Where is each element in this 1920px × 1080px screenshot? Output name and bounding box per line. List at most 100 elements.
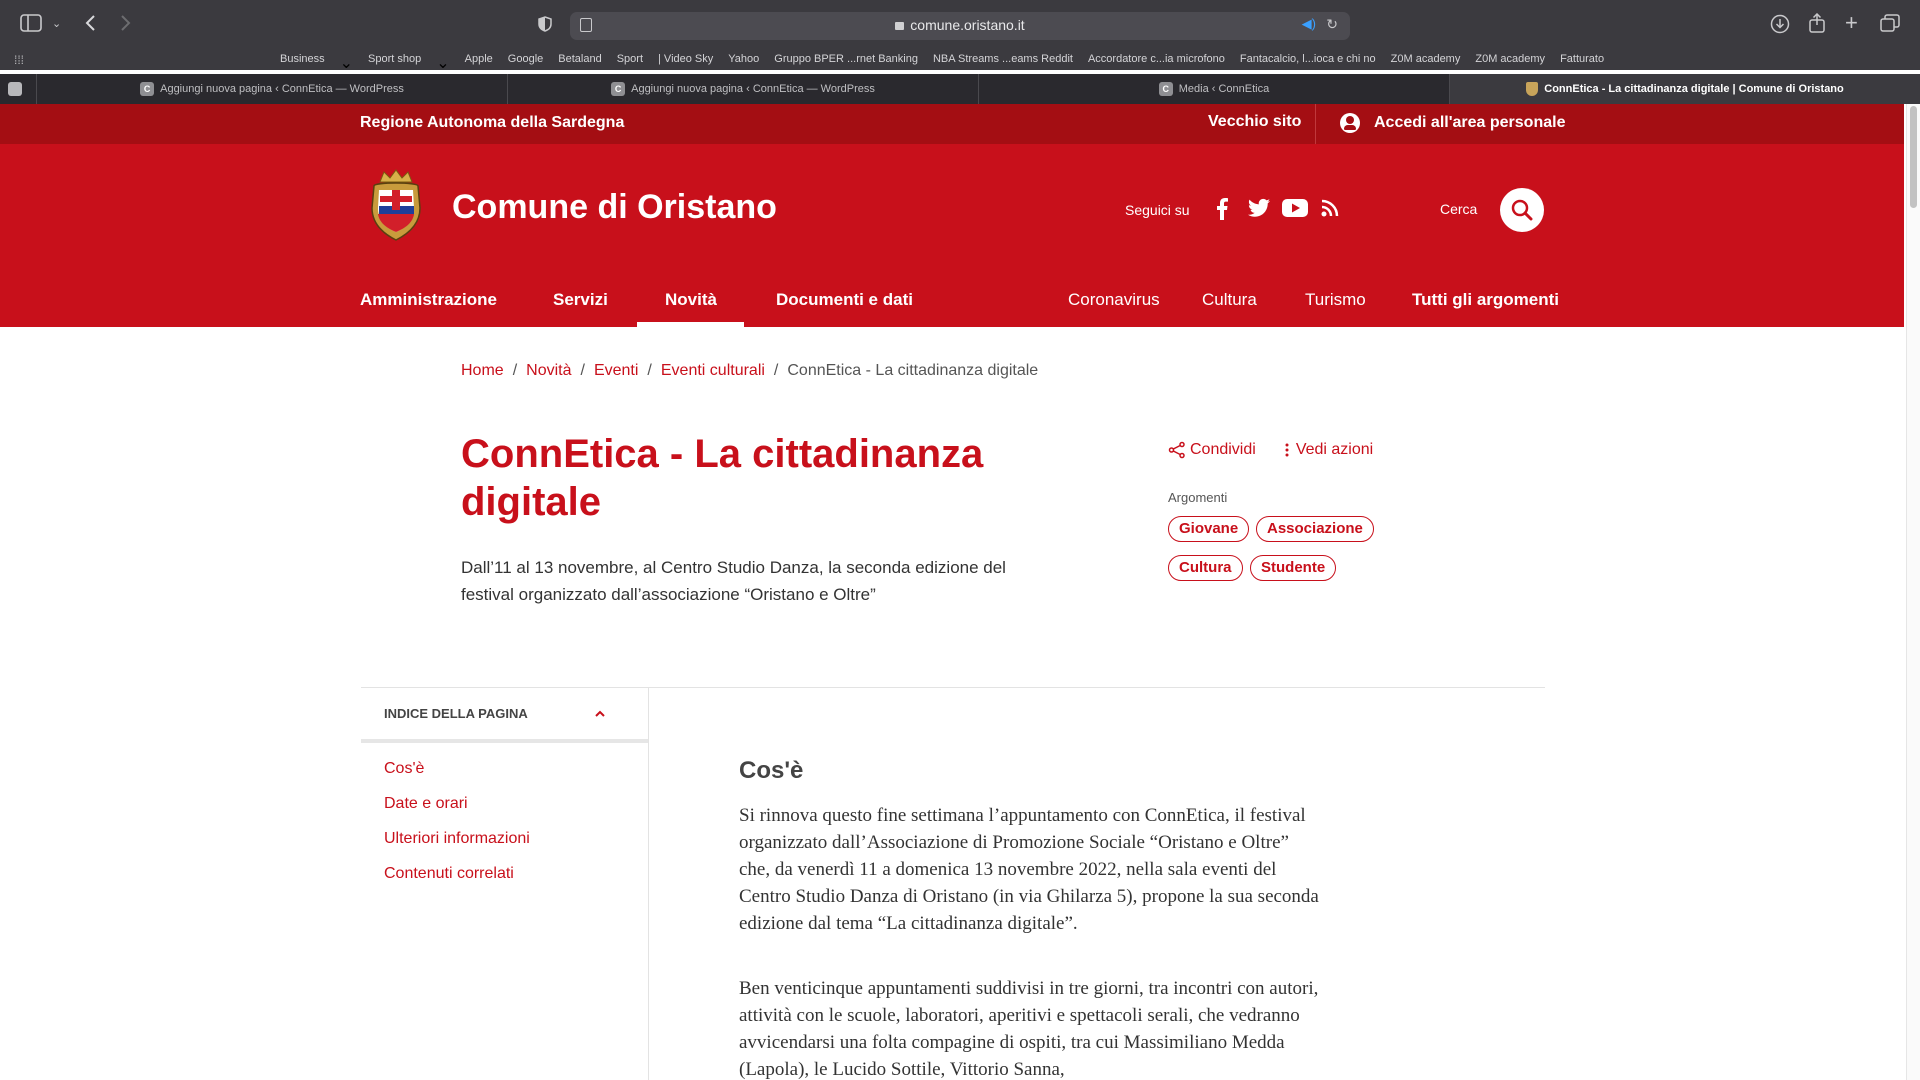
toc-item-cose[interactable]: Cos'è bbox=[384, 760, 424, 778]
share-icon bbox=[1168, 441, 1185, 459]
chevron-down-icon[interactable]: ⌄ bbox=[52, 14, 61, 34]
grid-icon[interactable]: ⁞⁞⁞ bbox=[14, 53, 24, 67]
tab-bar: C Aggiungi nuova pagina ‹ ConnEtica — Wo… bbox=[0, 74, 1920, 104]
share-button[interactable]: Condividi bbox=[1168, 441, 1256, 459]
breadcrumb: Home / Novità / Eventi / Eventi culturali / … bbox=[461, 362, 1039, 380]
toc-title[interactable]: INDICE DELLA PAGINA bbox=[384, 706, 528, 721]
favorite-item[interactable]: Google bbox=[508, 53, 543, 73]
divider bbox=[1315, 104, 1316, 144]
toc-item-ulteriori-informazioni[interactable]: Ulteriori informazioni bbox=[384, 830, 530, 848]
nav-novita[interactable]: Novità bbox=[665, 290, 717, 310]
nav-coronavirus[interactable]: Coronavirus bbox=[1068, 290, 1160, 310]
search-label[interactable]: Cerca bbox=[1440, 201, 1477, 217]
breadcrumb-current: ConnEtica - La cittadinanza digitale bbox=[787, 362, 1039, 379]
tab-3[interactable]: C Media ‹ ConnEtica bbox=[978, 74, 1449, 104]
tab-label: Aggiungi nuova pagina ‹ ConnEtica — Word… bbox=[160, 83, 404, 95]
nav-cultura[interactable]: Cultura bbox=[1202, 290, 1257, 310]
topic-chip-giovane[interactable]: Giovane bbox=[1168, 516, 1250, 542]
chevron-down-icon: ⌄ bbox=[339, 55, 354, 72]
login-link[interactable]: Accedi all'area personale bbox=[1340, 113, 1565, 133]
rss-icon[interactable] bbox=[1321, 198, 1339, 223]
favorite-item[interactable]: Betaland bbox=[558, 53, 601, 73]
favorite-item[interactable]: Sport bbox=[617, 53, 643, 73]
topic-chip-associazione[interactable]: Associazione bbox=[1256, 516, 1374, 542]
nav-amministrazione[interactable]: Amministrazione bbox=[360, 290, 497, 310]
crest-logo-icon[interactable] bbox=[368, 168, 424, 242]
breadcrumb-home[interactable]: Home bbox=[461, 362, 504, 380]
browser-toolbar: ⌄ comune.oristano.it ◀) ↻ + bbox=[0, 0, 1920, 50]
back-icon[interactable] bbox=[84, 14, 96, 36]
favorite-item[interactable]: Fantacalcio, l...ioca e chi no bbox=[1240, 53, 1376, 73]
facebook-icon[interactable] bbox=[1216, 198, 1228, 225]
sidebar-divider bbox=[648, 687, 649, 1080]
paragraph-1: Si rinnova questo fine settimana l’appun… bbox=[739, 805, 1319, 934]
nav-tutti-gli-argomenti[interactable]: Tutti gli argomenti bbox=[1412, 290, 1559, 310]
topics-label: Argomenti bbox=[1168, 490, 1228, 505]
share-label: Condividi bbox=[1190, 441, 1256, 458]
download-icon[interactable] bbox=[1770, 14, 1790, 38]
new-tab-icon[interactable]: + bbox=[1845, 12, 1858, 34]
paragraph-2: Ben venticinque appuntamenti suddivisi i… bbox=[739, 978, 1319, 1080]
sidebar-toggle-icon[interactable] bbox=[20, 14, 42, 36]
scrollbar-thumb[interactable] bbox=[1910, 106, 1917, 208]
breadcrumb-novita[interactable]: Novità bbox=[526, 362, 571, 380]
tab-overview-icon[interactable] bbox=[1880, 14, 1900, 36]
search-icon bbox=[1511, 199, 1533, 221]
speaker-icon[interactable]: ◀) bbox=[1302, 16, 1316, 32]
site-title[interactable]: Comune di Oristano bbox=[452, 188, 777, 227]
section-heading: Cos'è bbox=[739, 757, 804, 784]
favorites-bar: ⁞⁞⁞ Business ⌄ Sport shop ⌄ Apple Google Bet… bbox=[0, 50, 1920, 73]
old-site-link[interactable]: Vecchio sito bbox=[1208, 113, 1301, 131]
tab-4-active[interactable]: ConnEtica - La cittadinanza digitale | C… bbox=[1449, 74, 1920, 104]
favorite-item[interactable]: Yahoo bbox=[728, 53, 759, 73]
share-icon[interactable] bbox=[1808, 12, 1826, 37]
twitter-icon[interactable] bbox=[1248, 198, 1270, 223]
toc-item-date-e-orari[interactable]: Date e orari bbox=[384, 795, 468, 813]
page-scrollbar[interactable] bbox=[1906, 104, 1920, 1080]
chevron-up-icon[interactable] bbox=[594, 707, 606, 722]
topic-chip-cultura[interactable]: Cultura bbox=[1168, 555, 1243, 581]
topic-chip-studente[interactable]: Studente bbox=[1250, 555, 1337, 581]
url-text: comune.oristano.it bbox=[910, 17, 1025, 33]
forward-icon[interactable] bbox=[120, 14, 132, 36]
nav-documenti-e-dati[interactable]: Documenti e dati bbox=[776, 290, 913, 310]
more-vertical-icon bbox=[1285, 443, 1289, 457]
content-divider bbox=[361, 687, 1545, 688]
favorite-item[interactable]: Z0M academy bbox=[1391, 53, 1461, 73]
tab-favicon: C bbox=[611, 82, 626, 96]
breadcrumb-eventi-culturali[interactable]: Eventi culturali bbox=[661, 362, 765, 380]
site-header: Comune di Oristano Seguici su Cerca Ammi… bbox=[0, 144, 1904, 327]
favorite-item[interactable]: Gruppo BPER ...rnet Banking bbox=[774, 53, 918, 73]
chevron-down-icon: ⌄ bbox=[436, 55, 450, 72]
favorite-item[interactable]: Apple bbox=[465, 53, 493, 73]
nav-servizi[interactable]: Servizi bbox=[553, 290, 608, 310]
tab-label: Aggiungi nuova pagina ‹ ConnEtica — Word… bbox=[631, 83, 875, 95]
article-lead: Dall’11 al 13 novembre, al Centro Studio… bbox=[461, 558, 1006, 604]
toc-item-contenuti-correlati[interactable]: Contenuti correlati bbox=[384, 865, 514, 883]
favorite-item[interactable]: | Video Sky bbox=[658, 53, 713, 73]
nav-turismo[interactable]: Turismo bbox=[1305, 290, 1366, 310]
favorite-item[interactable]: Sport shop bbox=[368, 53, 421, 73]
favorite-item[interactable]: NBA Streams ...eams Reddit bbox=[933, 53, 1073, 73]
breadcrumb-eventi[interactable]: Eventi bbox=[594, 362, 638, 380]
favorite-item[interactable]: Business bbox=[280, 53, 325, 73]
reload-icon[interactable]: ↻ bbox=[1326, 16, 1338, 33]
actions-button[interactable]: Vedi azioni bbox=[1282, 441, 1373, 459]
pinned-tab-icon[interactable] bbox=[8, 82, 22, 96]
lock-icon bbox=[895, 22, 905, 30]
search-button[interactable] bbox=[1500, 188, 1544, 232]
tab-1[interactable]: C Aggiungi nuova pagina ‹ ConnEtica — Wo… bbox=[36, 74, 507, 104]
favorite-item[interactable]: Accordatore c...ia microfono bbox=[1088, 53, 1225, 73]
favorite-item[interactable]: Z0M academy bbox=[1475, 53, 1545, 73]
article-actions: Condividi Vedi azioni bbox=[1168, 441, 1373, 459]
favorite-item[interactable]: Fatturato bbox=[1560, 53, 1604, 73]
youtube-icon[interactable] bbox=[1282, 198, 1308, 223]
tab-label: Media ‹ ConnEtica bbox=[1178, 83, 1270, 95]
address-bar[interactable]: comune.oristano.it ◀) ↻ bbox=[570, 12, 1350, 40]
privacy-shield-icon[interactable] bbox=[538, 16, 552, 36]
region-bar: Regione Autonoma della Sardegna Vecchio … bbox=[0, 104, 1904, 144]
login-label: Accedi all'area personale bbox=[1374, 114, 1566, 131]
tab-label: ConnEtica - La cittadinanza digitale | C… bbox=[1544, 83, 1844, 95]
region-link[interactable]: Regione Autonoma della Sardegna bbox=[360, 114, 624, 132]
tab-2[interactable]: C Aggiungi nuova pagina ‹ ConnEtica — Wo… bbox=[507, 74, 978, 104]
